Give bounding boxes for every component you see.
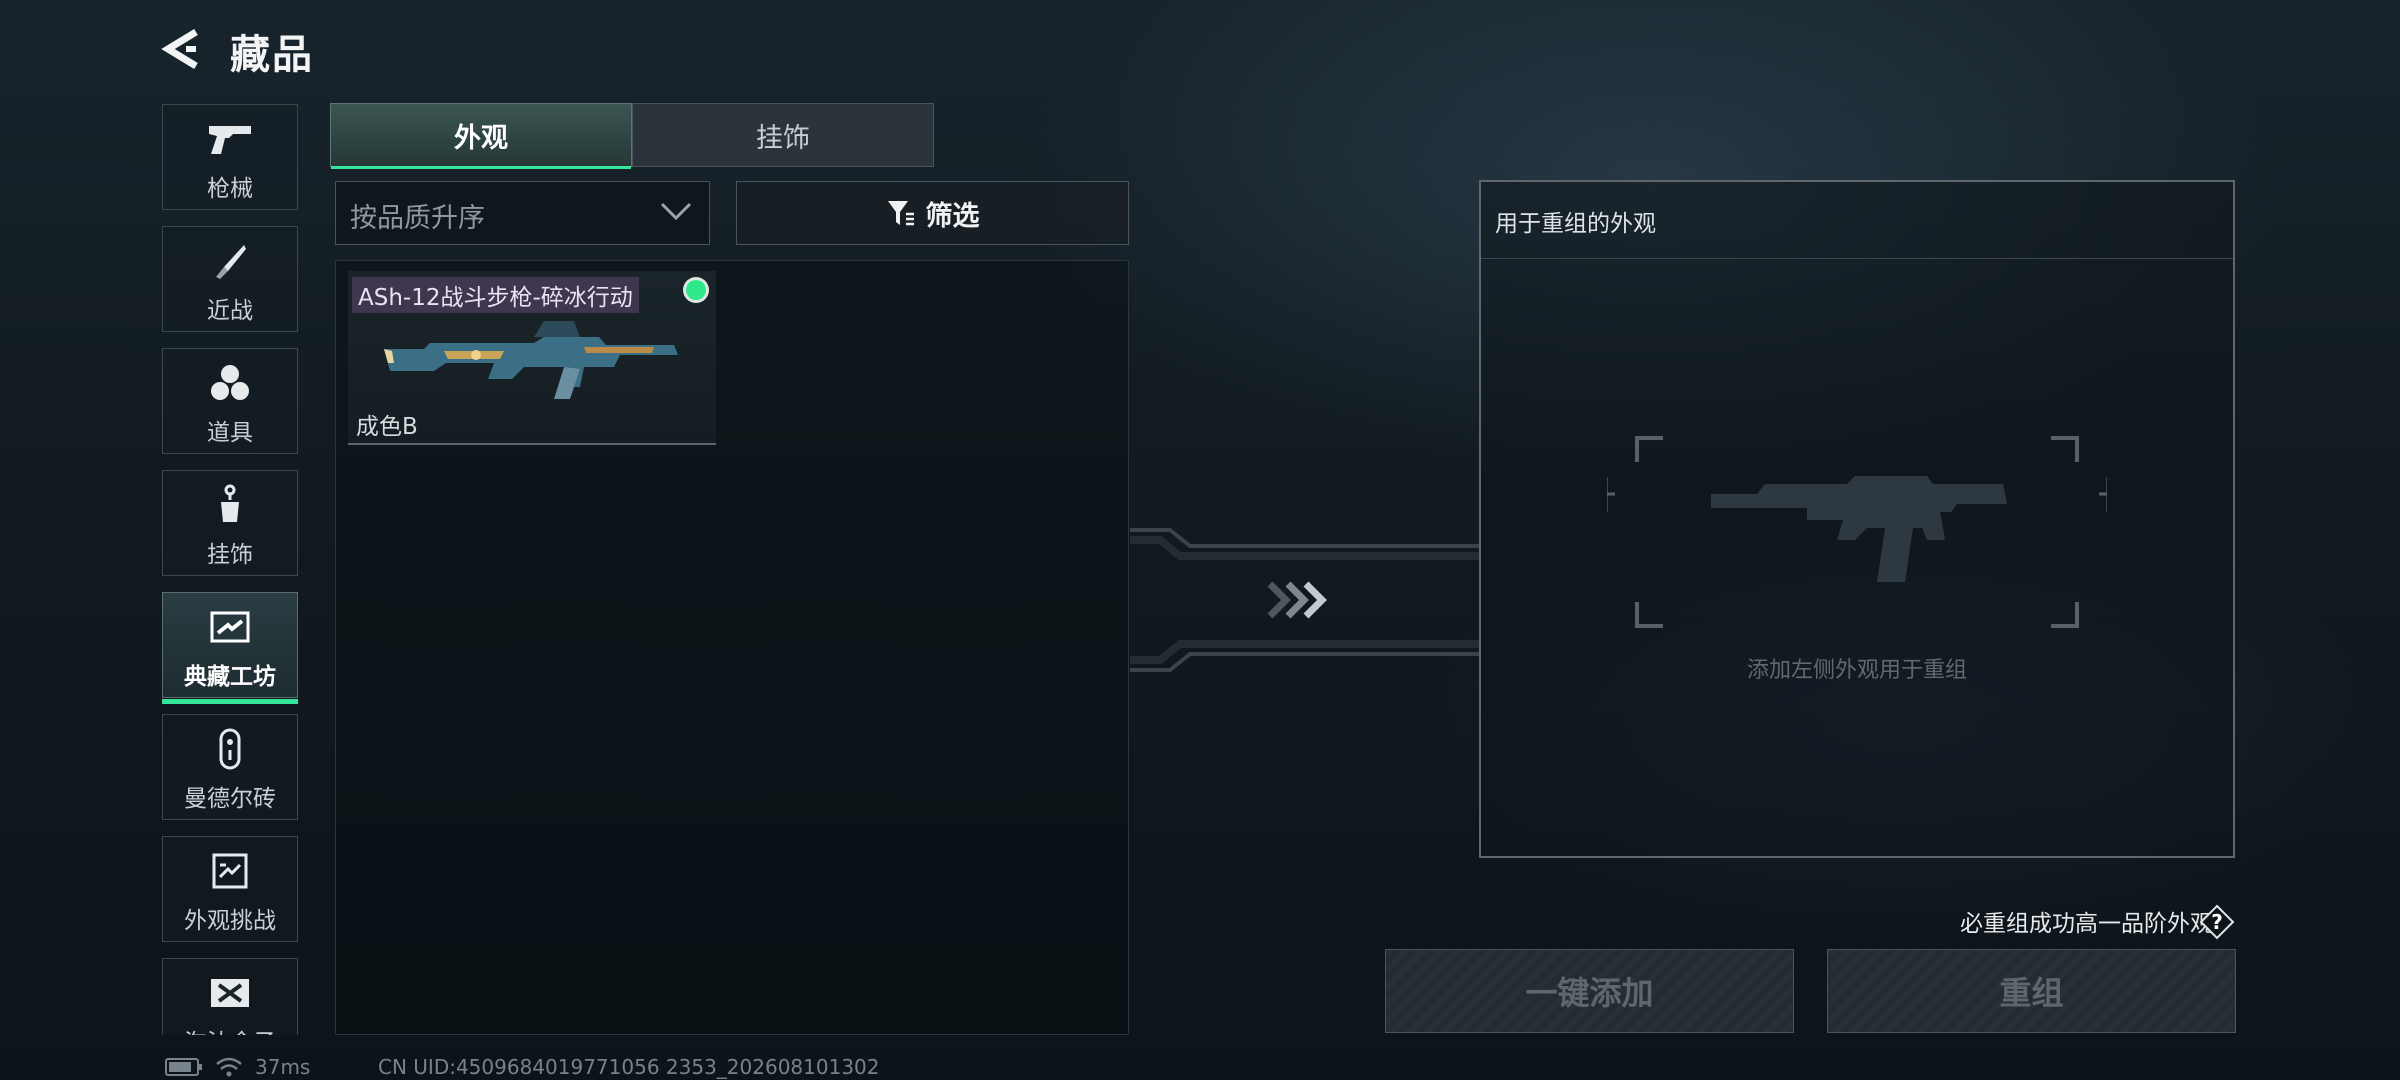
sort-dropdown[interactable]: 按品质升序 bbox=[335, 181, 710, 245]
grenades-icon bbox=[163, 363, 297, 403]
sidebar-item-tools[interactable]: 道具 bbox=[162, 348, 298, 454]
recombine-button[interactable]: 重组 bbox=[1827, 949, 2236, 1033]
sidebar-item-label: 近战 bbox=[207, 298, 253, 324]
recombine-rule-text: 必重组成功高一品阶外观 bbox=[1960, 911, 2213, 937]
tab-label: 挂饰 bbox=[756, 122, 810, 154]
button-label: 重组 bbox=[1999, 974, 2064, 1012]
workshop-icon bbox=[163, 607, 297, 647]
wifi-icon bbox=[216, 1057, 242, 1077]
skin-wear: 成色B bbox=[356, 414, 418, 440]
elimination-icon bbox=[163, 973, 297, 1013]
sidebar-item-skin-challenge[interactable]: 外观挑战 bbox=[162, 836, 298, 942]
status-bar: 37ms bbox=[165, 1055, 310, 1079]
sidebar-item-label: 典藏工坊 bbox=[184, 664, 276, 690]
back-button[interactable] bbox=[160, 26, 206, 72]
help-icon: ? bbox=[2199, 904, 2235, 940]
tab-label: 外观 bbox=[454, 122, 508, 154]
sidebar-item-label: 曼德尔砖 bbox=[184, 786, 276, 812]
filter-button[interactable]: 筛选 bbox=[736, 181, 1129, 245]
button-label: 一键添加 bbox=[1525, 974, 1654, 1012]
help-button[interactable]: ? bbox=[2199, 904, 2235, 940]
back-arrow-icon bbox=[161, 29, 198, 69]
one-click-add-button[interactable]: 一键添加 bbox=[1385, 949, 1794, 1033]
sidebar-item-label: 挂饰 bbox=[207, 542, 253, 568]
uid-text: CN UID:4509684019771056 2353_20260810130… bbox=[378, 1055, 880, 1079]
sidebar-item-label: 枪械 bbox=[207, 176, 253, 202]
sidebar-item-workshop[interactable]: 典藏工坊 bbox=[162, 592, 298, 704]
sidebar-item-label: 道具 bbox=[207, 420, 253, 446]
sort-label: 按品质升序 bbox=[350, 203, 485, 234]
rifle-placeholder-icon bbox=[1607, 436, 2107, 628]
recombine-panel: 用于重组的外观 添加左侧外观用于重组 bbox=[1479, 180, 2235, 858]
sidebar-item-charms[interactable]: 挂饰 bbox=[162, 470, 298, 576]
charm-icon bbox=[163, 484, 297, 525]
knife-icon bbox=[163, 241, 297, 281]
battery-icon bbox=[165, 1058, 202, 1076]
recombine-placeholder-text: 添加左侧外观用于重组 bbox=[1746, 658, 1967, 683]
tab-charms[interactable]: 挂饰 bbox=[632, 103, 934, 167]
sidebar-item-label: 淘汰余子 bbox=[163, 1023, 297, 1035]
sidebar-item-elimination[interactable]: 淘汰余子 bbox=[162, 958, 298, 1035]
filter-icon bbox=[887, 201, 914, 226]
svg-text:?: ? bbox=[2211, 910, 2223, 934]
sidebar-item-mandel-brick[interactable]: 曼德尔砖 bbox=[162, 714, 298, 820]
ping-text: 37ms bbox=[255, 1055, 311, 1079]
tab-appearance[interactable]: 外观 bbox=[330, 103, 632, 169]
equipped-indicator-icon bbox=[686, 280, 706, 300]
divider bbox=[1481, 258, 2233, 259]
brick-icon bbox=[163, 728, 297, 770]
sidebar-item-label: 外观挑战 bbox=[184, 908, 276, 934]
rifle-skin-image bbox=[384, 321, 678, 399]
recombine-panel-title: 用于重组的外观 bbox=[1495, 211, 1656, 237]
filter-label: 筛选 bbox=[925, 200, 980, 232]
pistol-icon bbox=[163, 119, 297, 159]
skin-card[interactable]: ASh-12战斗步枪-碎冰行动 成色B bbox=[348, 271, 716, 445]
page-title: 藏品 bbox=[230, 32, 314, 78]
sidebar-item-melee[interactable]: 近战 bbox=[162, 226, 298, 332]
chevron-down-icon bbox=[660, 202, 692, 221]
sidebar-item-guns[interactable]: 枪械 bbox=[162, 104, 298, 210]
transfer-arrow-icon bbox=[1130, 528, 1480, 672]
challenge-icon bbox=[163, 851, 297, 891]
